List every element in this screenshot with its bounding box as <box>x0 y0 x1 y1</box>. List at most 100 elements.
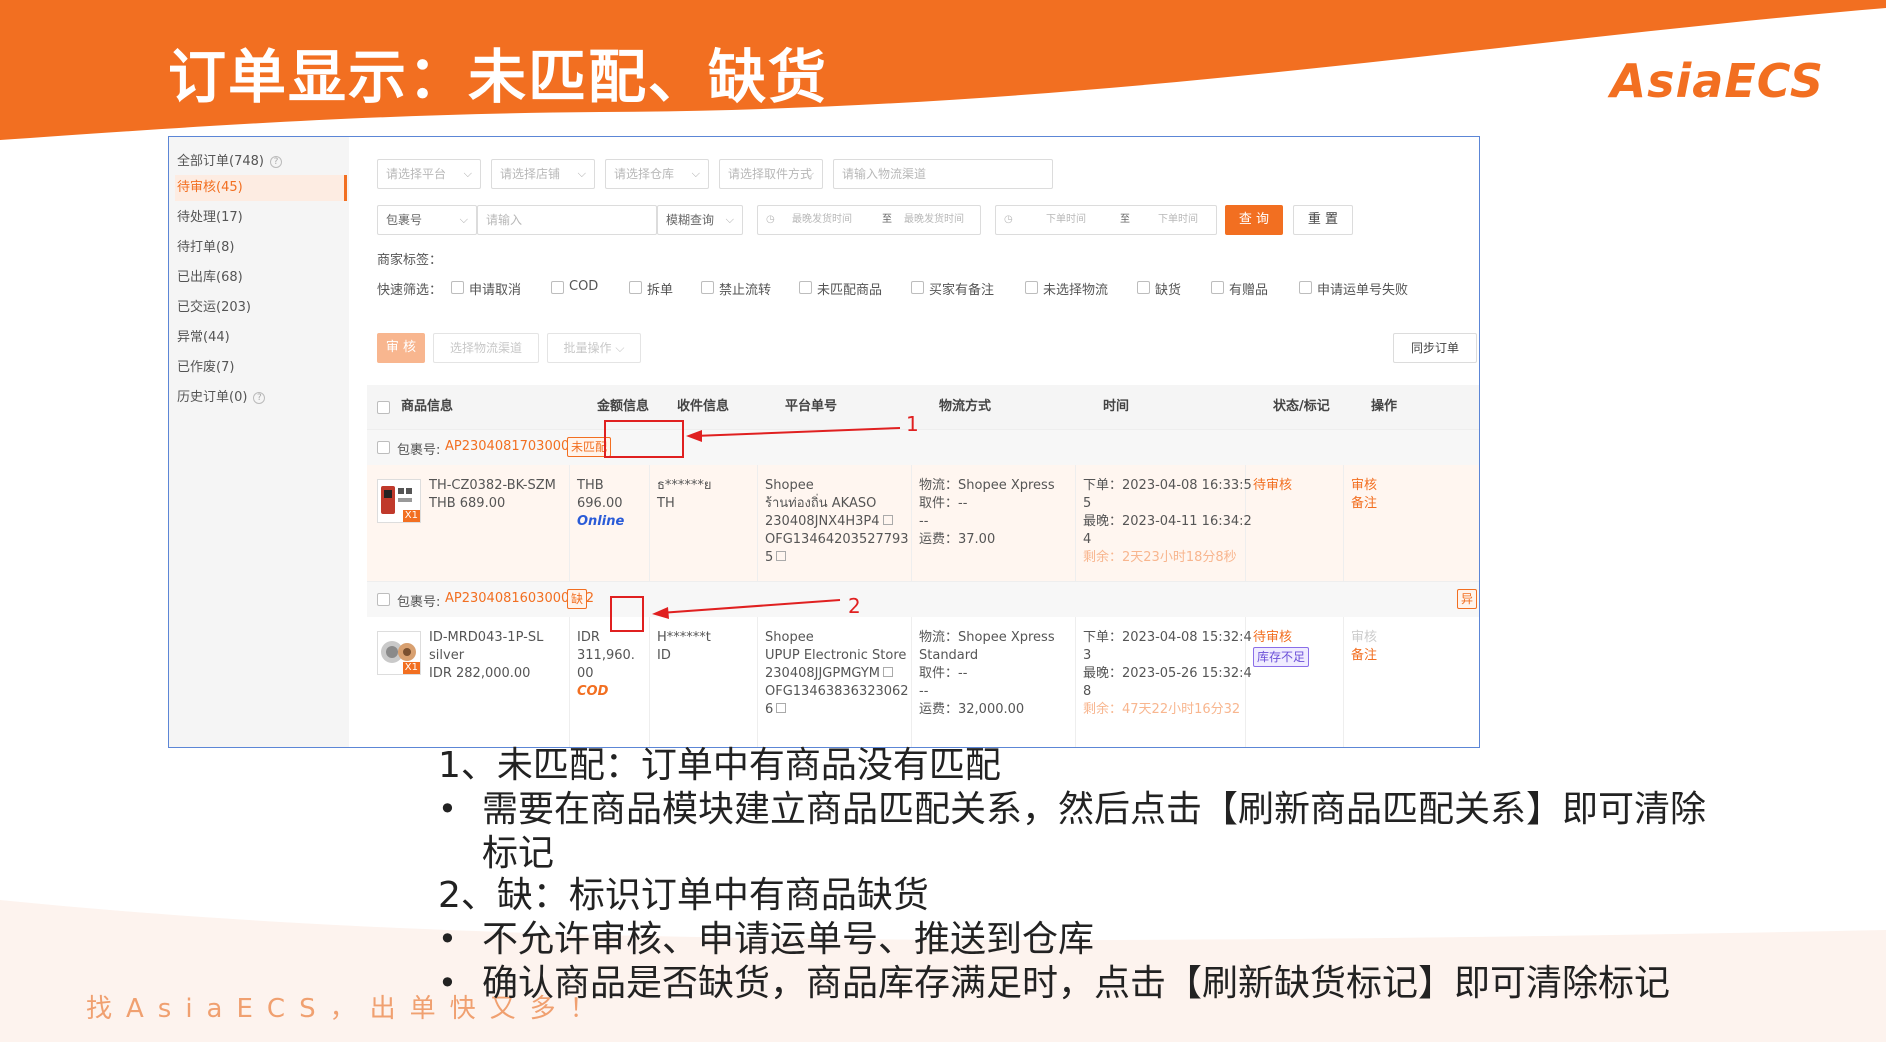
sidebar-item-pending-review[interactable]: 待审核(45) <box>175 175 347 201</box>
qty-badge: X1 <box>402 510 420 522</box>
sidebar-item-exception[interactable]: 异常(44) <box>175 325 347 351</box>
note-heading-out-of-stock: 2、缺：标识订单中有商品缺货 <box>438 875 929 916</box>
stock-badge-wrap: 库存不足 <box>1253 647 1310 669</box>
remaining-time: 剩余：47天22小时16分32 <box>1083 702 1241 717</box>
note-out-of-stock-restriction: 不允许审核、申请运单号、推送到仓库 <box>482 919 1095 960</box>
quick-filter-checkbox[interactable] <box>701 281 714 294</box>
quick-filter-checkbox[interactable] <box>911 281 924 294</box>
quick-filter-checkbox[interactable] <box>1299 281 1312 294</box>
asiaecs-logo: AsiaECS <box>1610 54 1824 108</box>
quick-filter-label-buyer-note: 买家有备注 <box>929 283 995 298</box>
table-row: X1 ID-MRD043-1P-SL silver IDR 282,000.00… <box>367 617 1479 747</box>
exception-tag[interactable]: 异 <box>1457 589 1478 609</box>
store-select[interactable]: 请选择店铺 ⌵ <box>491 159 595 189</box>
col-time: 时间 <box>1103 399 1130 414</box>
note-unmatched-detail-cont: 标记 <box>482 833 555 874</box>
chevron-down-icon: ⌵ <box>805 167 814 180</box>
product-thumbnail[interactable]: X1 <box>377 631 421 675</box>
annotation-number-1: 1 <box>906 412 919 436</box>
remaining-time: 剩余：2天23小时18分8秒 <box>1083 550 1237 565</box>
chevron-down-icon: ⌵ <box>725 213 734 226</box>
quick-filter-checkbox[interactable] <box>799 281 812 294</box>
note-unmatched-detail: 需要在商品模块建立商品匹配关系，然后点击【刷新商品匹配关系】即可清除 <box>482 789 1707 830</box>
bullet-icon: • <box>438 964 457 1002</box>
search-input[interactable]: 请输入 <box>477 205 657 235</box>
batch-ops-button[interactable]: 批量操作 ⌵ <box>547 333 641 363</box>
quick-filter-checkbox[interactable] <box>1025 281 1038 294</box>
bullet-icon: • <box>438 920 457 958</box>
note-out-of-stock-clear: 确认商品是否缺货，商品库存满足时，点击【刷新缺货标记】即可清除标记 <box>482 963 1671 1004</box>
platform-select[interactable]: 请选择平台 ⌵ <box>377 159 481 189</box>
sync-orders-button[interactable]: 同步订单 <box>1393 333 1477 363</box>
payment-type: COD <box>577 684 609 699</box>
chevron-down-icon: ⌵ <box>459 213 468 226</box>
tracking-no: OFG13463836323062 <box>765 684 909 699</box>
quick-filter-checkbox[interactable] <box>451 281 464 294</box>
quick-filter-label-gift: 有赠品 <box>1229 283 1269 298</box>
chevron-down-icon: ⌵ <box>463 167 472 180</box>
chevron-down-icon: ⌵ <box>615 341 625 355</box>
col-product: 商品信息 <box>401 399 454 414</box>
product-thumbnail[interactable]: X1 <box>377 479 421 523</box>
pickup-select[interactable]: 请选择取件方式 ⌵ <box>719 159 823 189</box>
quick-filter-checkbox[interactable] <box>1211 281 1224 294</box>
row-checkbox[interactable] <box>377 441 390 454</box>
reset-button[interactable]: 重 置 <box>1293 205 1353 235</box>
chevron-down-icon: ⌵ <box>691 167 700 180</box>
row-checkbox[interactable] <box>377 593 390 606</box>
select-channel-button[interactable]: 选择物流渠道 <box>433 333 539 363</box>
help-icon: ? <box>269 156 282 168</box>
quick-filter-label-cancel: 申请取消 <box>469 283 522 298</box>
quick-filter-label-waybill-failed: 申请运单号失败 <box>1317 283 1409 298</box>
search-field-select[interactable]: 包裹号 ⌵ <box>377 205 477 235</box>
copy-icon[interactable] <box>776 703 787 713</box>
warehouse-select[interactable]: 请选择仓库 ⌵ <box>605 159 709 189</box>
query-button[interactable]: 查 询 <box>1225 205 1283 235</box>
merchant-tag-label: 商家标签： <box>377 253 443 268</box>
quick-filter-label-no-transfer: 禁止流转 <box>719 283 772 298</box>
fuzzy-select[interactable]: 模糊查询 ⌵ <box>657 205 743 235</box>
note-link[interactable]: 备注 <box>1351 645 1377 667</box>
quick-filter-label-no-logistics: 未选择物流 <box>1043 283 1109 298</box>
sidebar-item-history[interactable]: 历史订单(0)? <box>175 385 347 411</box>
out-of-stock-tag: 缺 <box>567 589 588 609</box>
deadline-time: 最晚：2023-05-26 15:32:4 <box>1083 666 1252 681</box>
price-text: IDR 282,000.00 <box>429 666 531 681</box>
order-time: 下单：2023-04-08 15:32:4 <box>1083 630 1252 645</box>
order-time-range[interactable]: ◷ 下单时间 至 下单时间 <box>995 205 1217 235</box>
payment-type: Online <box>577 514 625 529</box>
deadline-time: 最晚：2023-04-11 16:34:2 <box>1083 514 1252 529</box>
sidebar-item-to-print[interactable]: 待打单(8) <box>175 235 347 261</box>
quick-filter-checkbox[interactable] <box>551 281 564 294</box>
sidebar-item-voided[interactable]: 已作废(7) <box>175 355 347 381</box>
clock-icon: ◷ <box>766 214 775 225</box>
col-status: 状态/标记 <box>1273 399 1330 414</box>
quick-filter-label-cod: COD <box>569 279 599 294</box>
note-link[interactable]: 备注 <box>1351 493 1377 515</box>
select-all-checkbox[interactable] <box>377 401 390 414</box>
order-sidebar: 全部订单(748)? 待审核(45) 待处理(17) 待打单(8) 已出库(68… <box>169 137 349 747</box>
quick-filter-label-out-of-stock: 缺货 <box>1155 283 1182 298</box>
order-time: 下单：2023-04-08 16:33:5 <box>1083 478 1252 493</box>
col-logistics: 物流方式 <box>939 399 992 414</box>
ship-time-range[interactable]: ◷ 最晚发货时间 至 最晚发货时间 <box>757 205 981 235</box>
sidebar-item-delivered[interactable]: 已交运(203) <box>175 295 347 321</box>
package-row: 包裹号: AP2304081603000582 缺 异 <box>367 581 1479 617</box>
status-text: 待审核 <box>1253 478 1293 493</box>
sidebar-item-all[interactable]: 全部订单(748)? <box>175 149 347 175</box>
package-label: 包裹号: <box>397 595 441 610</box>
quick-filter-checkbox[interactable] <box>629 281 642 294</box>
logistics-fee: 运费：37.00 <box>919 532 996 547</box>
logistics-fee: 运费：32,000.00 <box>919 702 1025 717</box>
quick-filter-checkbox[interactable] <box>1137 281 1150 294</box>
note-heading-unmatched: 1、未匹配：订单中有商品没有匹配 <box>438 745 1001 786</box>
help-icon: ? <box>253 392 266 404</box>
qty-badge: X1 <box>402 662 420 674</box>
sidebar-item-shipped-out[interactable]: 已出库(68) <box>175 265 347 291</box>
copy-icon[interactable] <box>883 667 894 677</box>
clock-icon: ◷ <box>1004 214 1013 225</box>
package-row: 包裹号: AP2304081703000586 未匹配 <box>367 429 1479 465</box>
review-button[interactable]: 审 核 <box>377 333 425 363</box>
channel-input[interactable]: 请输入物流渠道 <box>833 159 1053 189</box>
sidebar-item-pending[interactable]: 待处理(17) <box>175 205 347 231</box>
